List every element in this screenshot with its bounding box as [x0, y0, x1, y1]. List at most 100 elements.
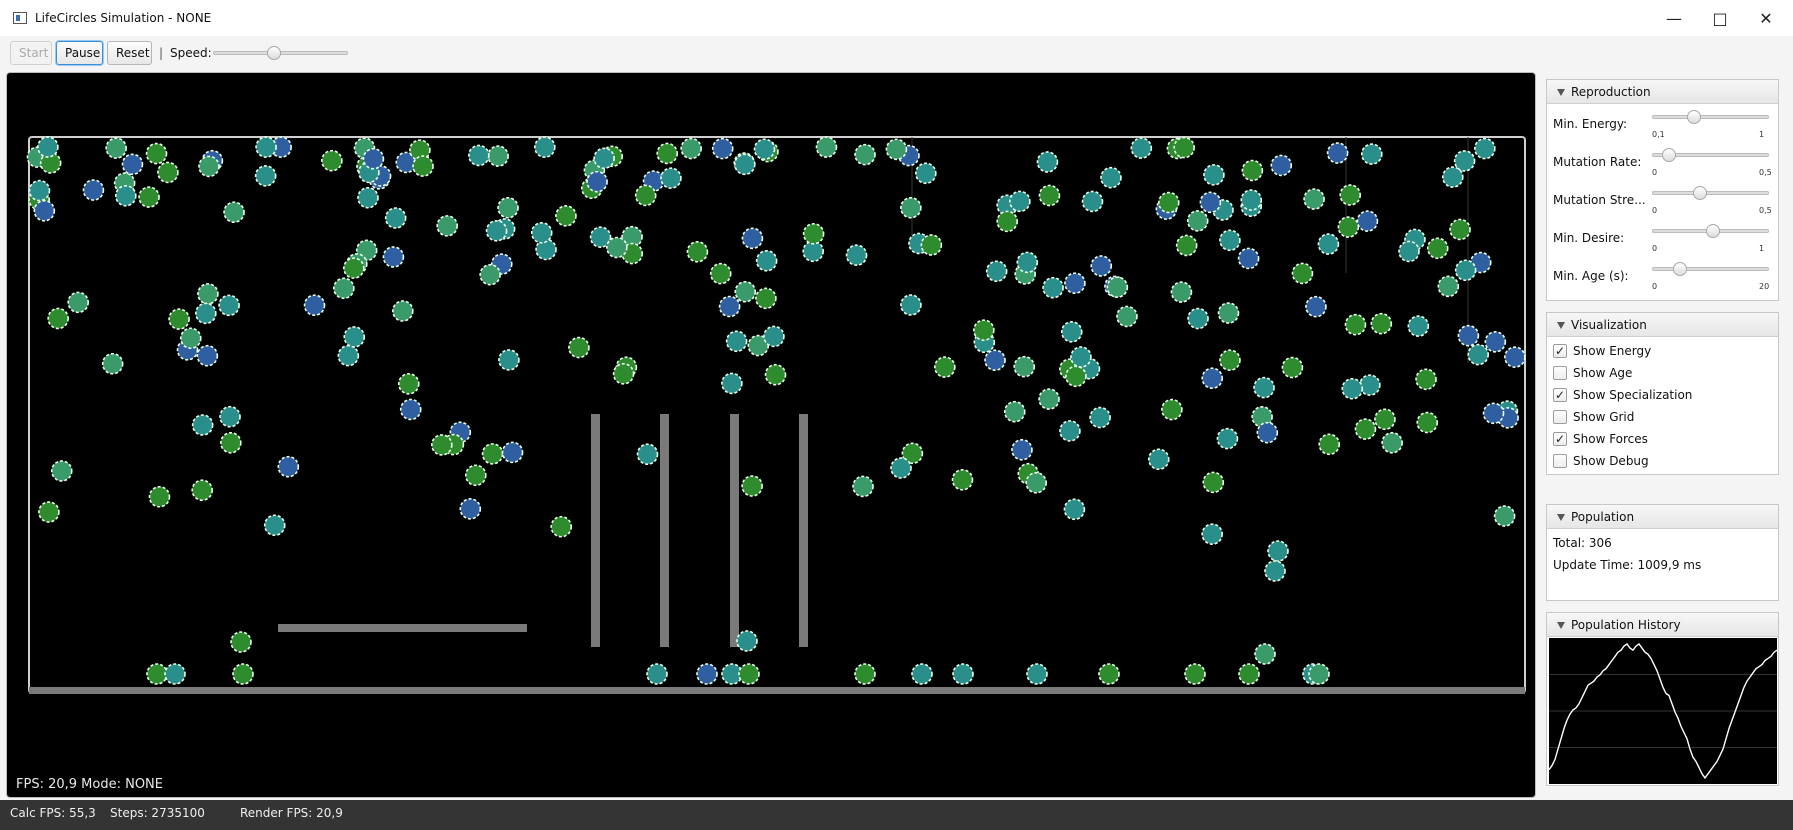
cell: [1106, 276, 1129, 298]
cell: [468, 144, 490, 167]
cell: [1065, 365, 1087, 388]
vertical-wall: [591, 414, 600, 647]
cell: [1407, 315, 1430, 337]
cell: [1038, 388, 1060, 410]
cell: [1238, 663, 1260, 685]
cell: [1011, 438, 1033, 461]
cell: [333, 277, 355, 300]
checkbox[interactable]: ✓: [1553, 388, 1567, 402]
slider-thumb[interactable]: [1693, 186, 1707, 200]
status-steps: Steps: 2735100: [110, 806, 205, 820]
cell: [1064, 272, 1086, 294]
pause-button[interactable]: Pause: [56, 41, 103, 65]
checkbox-label: Show Energy: [1573, 344, 1652, 358]
cell: [1339, 184, 1362, 206]
cell: [82, 179, 105, 201]
checkbox[interactable]: [1553, 454, 1567, 468]
visualization-header[interactable]: Visualization: [1547, 313, 1778, 337]
cell: [337, 344, 360, 367]
slider-label: Min. Energy:: [1553, 117, 1628, 131]
cell: [1060, 321, 1083, 343]
slider-track[interactable]: [1652, 115, 1769, 119]
cell: [1157, 191, 1180, 214]
cell: [191, 479, 213, 502]
start-button[interactable]: Start: [10, 41, 52, 65]
simulation-canvas[interactable]: FPS: 20,9 Mode: NONE: [6, 72, 1536, 798]
cell: [384, 207, 407, 229]
checkbox[interactable]: ✓: [1553, 432, 1567, 446]
population-update-time: Update Time: 1009,9 ms: [1553, 558, 1702, 572]
slider-track[interactable]: [1652, 191, 1769, 195]
population-history-title: Population History: [1571, 618, 1681, 632]
reproduction-slider[interactable]: [1652, 224, 1769, 238]
minimize-icon[interactable]: —: [1651, 0, 1697, 36]
cell: [255, 136, 277, 158]
population-total: Total: 306: [1553, 536, 1612, 550]
reproduction-slider[interactable]: [1652, 262, 1769, 276]
cell: [1100, 166, 1122, 189]
slider-thumb[interactable]: [1662, 148, 1676, 162]
reproduction-slider[interactable]: [1652, 186, 1769, 200]
cell: [1415, 368, 1437, 391]
cell: [550, 515, 573, 538]
maximize-icon[interactable]: □: [1697, 0, 1743, 36]
cell: [218, 294, 240, 317]
cell: [854, 143, 876, 166]
slider-track[interactable]: [1652, 267, 1769, 271]
cell: [362, 147, 385, 170]
cell: [1337, 216, 1360, 238]
cell: [1184, 663, 1206, 685]
population-header[interactable]: Population: [1547, 505, 1778, 529]
slider-thumb[interactable]: [1673, 262, 1687, 276]
cell: [436, 215, 458, 237]
cell: [67, 291, 89, 314]
checkbox[interactable]: [1553, 366, 1567, 380]
slider-thumb[interactable]: [1687, 110, 1701, 124]
cell: [105, 137, 127, 159]
cell: [915, 162, 937, 185]
checkbox[interactable]: [1553, 410, 1567, 424]
cell: [1426, 237, 1449, 260]
population-history-panel: Population History: [1546, 612, 1779, 786]
cell: [157, 161, 179, 184]
cell: [197, 283, 219, 305]
slider-label: Mutation Stre...: [1553, 193, 1646, 207]
population-history-header[interactable]: Population History: [1547, 613, 1778, 637]
cell: [656, 142, 679, 165]
reproduction-panel: Reproduction Min. Energy: 0,1 1 Mutation Ra…: [1546, 79, 1779, 301]
cell: [47, 307, 69, 330]
reproduction-row: Min. Desire: 0 1: [1547, 224, 1778, 261]
slider-label: Min. Age (s):: [1553, 269, 1629, 283]
slider-label: Mutation Rate:: [1553, 155, 1642, 169]
reproduction-slider[interactable]: [1652, 110, 1769, 124]
cell: [996, 210, 1019, 233]
cell: [168, 308, 190, 330]
cell: [459, 498, 482, 520]
cell: [660, 167, 682, 189]
cell: [1381, 431, 1403, 454]
cell: [148, 485, 171, 508]
cell: [1326, 142, 1349, 164]
checkbox[interactable]: ✓: [1553, 344, 1567, 358]
speed-slider[interactable]: [213, 46, 348, 60]
reset-button[interactable]: Reset: [107, 41, 152, 65]
cell: [1370, 312, 1393, 335]
cell: [230, 631, 252, 653]
cell: [497, 196, 519, 219]
cell: [1147, 448, 1170, 471]
cell: [343, 326, 366, 348]
cell: [1003, 400, 1026, 423]
cell: [1063, 498, 1086, 521]
cell: [951, 468, 974, 491]
close-icon[interactable]: ✕: [1743, 0, 1789, 36]
reproduction-slider[interactable]: [1652, 148, 1769, 162]
cell: [399, 398, 422, 421]
cell: [1264, 560, 1286, 582]
window-title: LifeCircles Simulation - NONE: [35, 11, 212, 25]
cell: [1036, 151, 1059, 173]
cell: [1359, 374, 1381, 396]
cell: [487, 145, 509, 167]
reproduction-header[interactable]: Reproduction: [1547, 80, 1778, 104]
slider-thumb[interactable]: [1706, 224, 1720, 238]
speed-slider-thumb[interactable]: [267, 46, 281, 60]
